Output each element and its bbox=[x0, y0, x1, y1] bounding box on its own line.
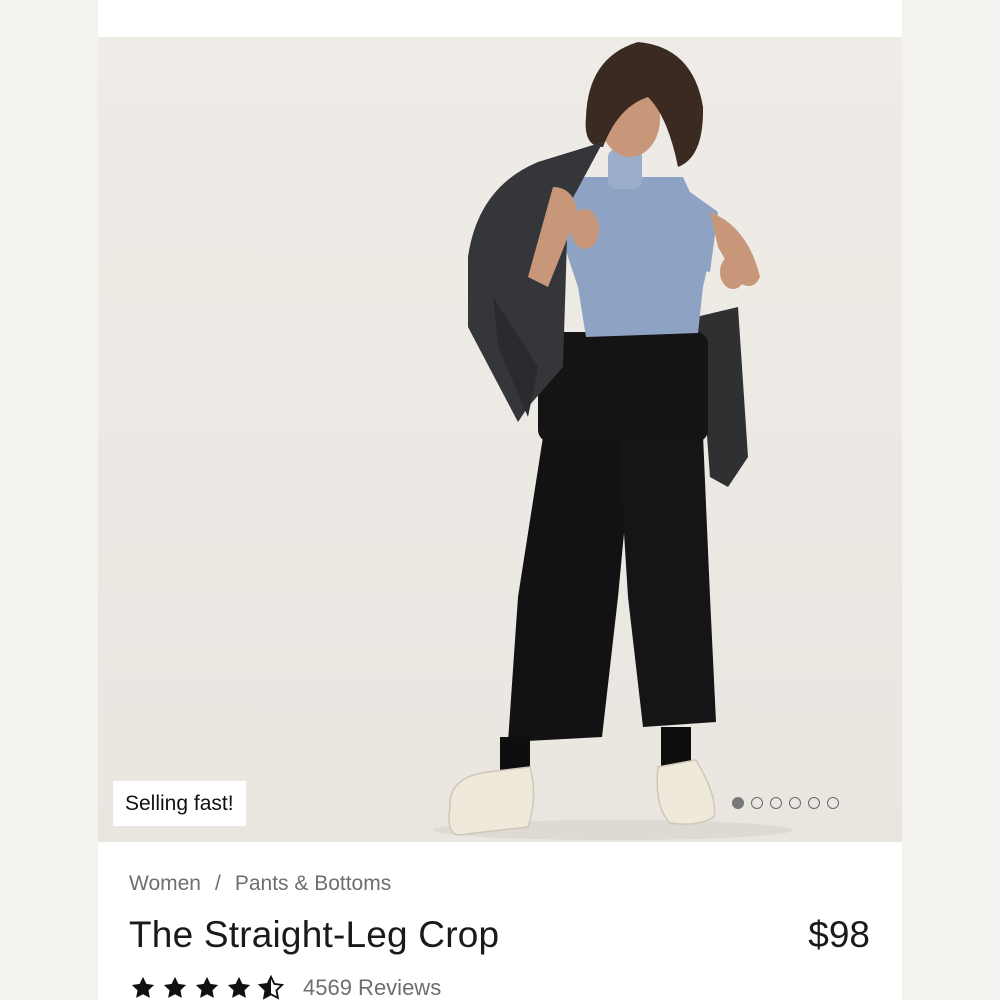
star-half-icon bbox=[257, 974, 285, 1000]
product-image[interactable]: Selling fast! bbox=[98, 37, 902, 842]
model-illustration bbox=[433, 42, 793, 840]
product-title: The Straight-Leg Crop bbox=[129, 914, 500, 955]
breadcrumb-pants-bottoms[interactable]: Pants & Bottoms bbox=[235, 872, 391, 896]
star-full-icon bbox=[195, 976, 219, 998]
star-full-icon bbox=[163, 976, 187, 998]
carousel-dot[interactable] bbox=[789, 797, 801, 809]
star-full-icon bbox=[131, 976, 155, 998]
carousel-dot[interactable] bbox=[770, 797, 782, 809]
breadcrumb-separator: / bbox=[214, 872, 221, 895]
selling-fast-badge: Selling fast! bbox=[113, 781, 246, 826]
star-full-icon bbox=[227, 976, 251, 998]
breadcrumb-women[interactable]: Women bbox=[129, 872, 201, 896]
rating[interactable]: 4569 Reviews bbox=[129, 974, 441, 1000]
carousel-dot[interactable] bbox=[751, 797, 763, 809]
breadcrumb: Women / Pants & Bottoms bbox=[129, 872, 391, 896]
carousel-dot[interactable] bbox=[827, 797, 839, 809]
product-info: Women / Pants & Bottoms The Straight-Leg… bbox=[98, 842, 902, 1000]
product-card: Selling fast! Women / Pants & Bottoms Th… bbox=[98, 0, 902, 1000]
carousel-dot[interactable] bbox=[732, 797, 744, 809]
carousel-indicators bbox=[732, 797, 839, 813]
reviews-link[interactable]: 4569 Reviews bbox=[303, 975, 441, 1000]
product-price: $98 bbox=[808, 914, 870, 955]
left-gutter bbox=[0, 0, 98, 1000]
carousel-dot[interactable] bbox=[808, 797, 820, 809]
right-gutter bbox=[902, 0, 1000, 1000]
